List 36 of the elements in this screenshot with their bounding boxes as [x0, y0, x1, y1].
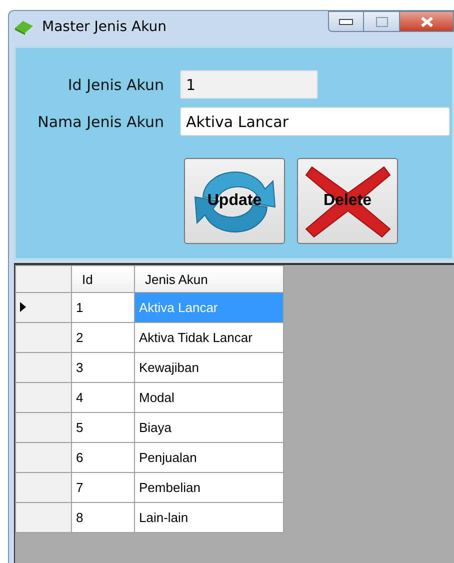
table-cell: Pembelian — [134, 472, 284, 502]
maximize-icon — [376, 16, 388, 26]
close-button[interactable] — [400, 11, 454, 32]
table-cell: 7 — [72, 472, 134, 502]
text-field[interactable]: Aktiva Lancar — [180, 107, 450, 136]
table-cell: 5 — [72, 412, 134, 442]
table-cell: Aktiva Tidak Lancar — [134, 322, 284, 352]
field-label: Id Jenis Akun — [66, 76, 165, 94]
row-header[interactable] — [16, 502, 72, 532]
table-cell: 8 — [72, 502, 134, 532]
minimize-button[interactable] — [328, 11, 364, 32]
table-cell: Aktiva Lancar — [134, 292, 284, 322]
app-icon — [14, 19, 34, 35]
field-label: Nama Jenis Akun — [36, 112, 165, 130]
table-cell: Modal — [134, 382, 284, 412]
row-header[interactable] — [16, 412, 72, 442]
table-cell: Lain-lain — [134, 502, 284, 532]
table-cell: Biaya — [134, 412, 284, 442]
minimize-icon — [339, 18, 353, 24]
row-header[interactable] — [16, 352, 72, 382]
row-header[interactable] — [16, 382, 72, 412]
table-cell: 6 — [72, 442, 134, 472]
row-header[interactable] — [16, 472, 72, 502]
window-title: Master Jenis Akun — [42, 19, 167, 35]
row-header[interactable] — [16, 322, 72, 352]
table-cell: 3 — [72, 352, 134, 382]
row-header[interactable] — [16, 442, 72, 472]
table-cell: Kewajiban — [134, 352, 284, 382]
column-header[interactable]: Id — [72, 266, 134, 292]
table-cell: 4 — [72, 382, 134, 412]
table-cell: 2 — [72, 322, 134, 352]
column-header[interactable]: Jenis Akun — [134, 266, 284, 292]
current-row-icon — [20, 302, 26, 312]
close-icon — [420, 16, 434, 28]
table-cell: Penjualan — [134, 442, 284, 472]
row-header[interactable] — [16, 292, 72, 322]
